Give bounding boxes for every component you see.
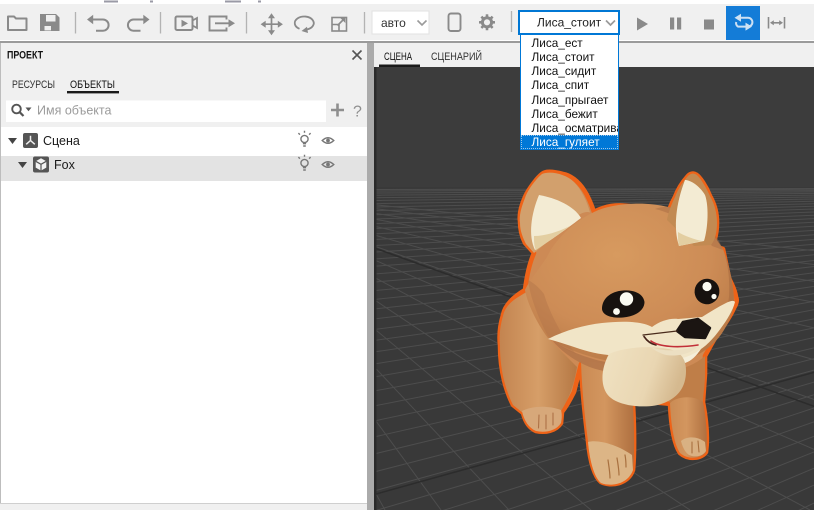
svg-text:ПРОЕКТ: ПРОЕКТ xyxy=(7,50,43,62)
svg-text:Сцена: Сцена xyxy=(43,134,80,148)
svg-text:РЕСУРСЫ: РЕСУРСЫ xyxy=(12,79,55,91)
svg-text:Имя объекта: Имя объекта xyxy=(37,104,111,118)
svg-text:Лиса_стоит: Лиса_стоит xyxy=(537,16,602,30)
svg-text:Fox: Fox xyxy=(54,158,76,172)
svg-text:СЦЕНАРИЙ: СЦЕНАРИЙ xyxy=(431,50,482,63)
svg-text:СЦЕНА: СЦЕНА xyxy=(384,51,413,63)
svg-text:ОБЪЕКТЫ: ОБЪЕКТЫ xyxy=(70,79,115,91)
svg-text:авто: авто xyxy=(381,16,406,30)
svg-text:?: ? xyxy=(353,104,362,121)
